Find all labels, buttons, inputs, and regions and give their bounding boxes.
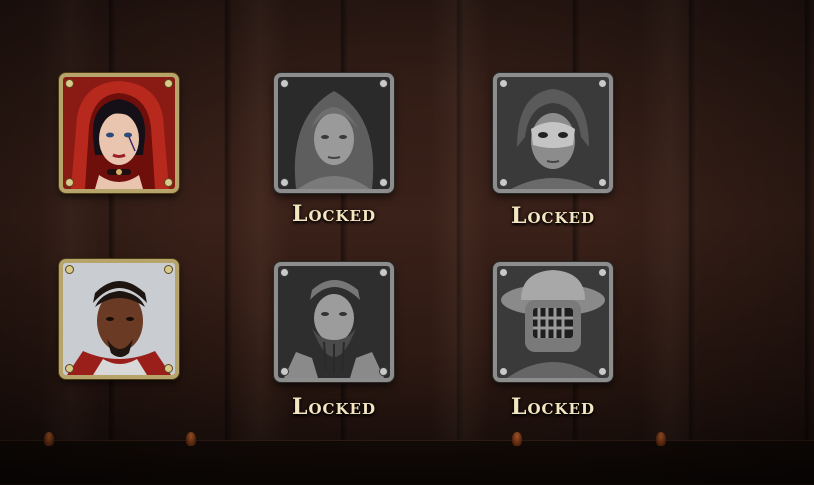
rivet-icon xyxy=(499,367,508,376)
rivet-icon xyxy=(499,178,508,187)
long-haired-woman-portrait xyxy=(278,77,390,189)
rivet-icon xyxy=(280,367,289,376)
floor-ornament xyxy=(44,432,54,446)
locked-label: Locked xyxy=(511,203,595,229)
rivet-icon xyxy=(499,268,508,277)
bearded-warrior-portrait xyxy=(63,263,175,375)
rivet-icon xyxy=(598,178,607,187)
rivet-icon xyxy=(164,265,173,274)
locked-label: Locked xyxy=(292,201,376,227)
stage-floor xyxy=(0,440,814,485)
rivet-icon xyxy=(379,79,388,88)
rivet-icon xyxy=(598,79,607,88)
masked-figure-portrait xyxy=(497,77,609,189)
rivet-icon xyxy=(164,79,173,88)
red-hooded-woman-portrait xyxy=(63,77,175,189)
rivet-icon xyxy=(65,265,74,274)
floor-ornament xyxy=(186,432,196,446)
floor-ornament xyxy=(512,432,522,446)
rivet-icon xyxy=(280,268,289,277)
character-slot-gladiator[interactable] xyxy=(493,262,613,382)
character-slot-dwarf[interactable] xyxy=(274,262,394,382)
character-slot-red-hood[interactable] xyxy=(59,73,179,193)
rivet-icon xyxy=(65,79,74,88)
character-slot-masked[interactable] xyxy=(493,73,613,193)
floor-ornament xyxy=(656,432,666,446)
rivet-icon xyxy=(65,178,74,187)
helmeted-gladiator-portrait xyxy=(497,266,609,378)
locked-label: Locked xyxy=(511,394,595,420)
bearded-dwarf-portrait xyxy=(278,266,390,378)
character-slot-warrior[interactable] xyxy=(59,259,179,379)
character-slot-long-hair[interactable] xyxy=(274,73,394,193)
rivet-icon xyxy=(280,79,289,88)
rivet-icon xyxy=(379,178,388,187)
rivet-icon xyxy=(164,178,173,187)
rivet-icon xyxy=(379,367,388,376)
locked-label: Locked xyxy=(292,394,376,420)
rivet-icon xyxy=(65,364,74,373)
rivet-icon xyxy=(598,268,607,277)
rivet-icon xyxy=(379,268,388,277)
rivet-icon xyxy=(598,367,607,376)
rivet-icon xyxy=(499,79,508,88)
rivet-icon xyxy=(280,178,289,187)
rivet-icon xyxy=(164,364,173,373)
